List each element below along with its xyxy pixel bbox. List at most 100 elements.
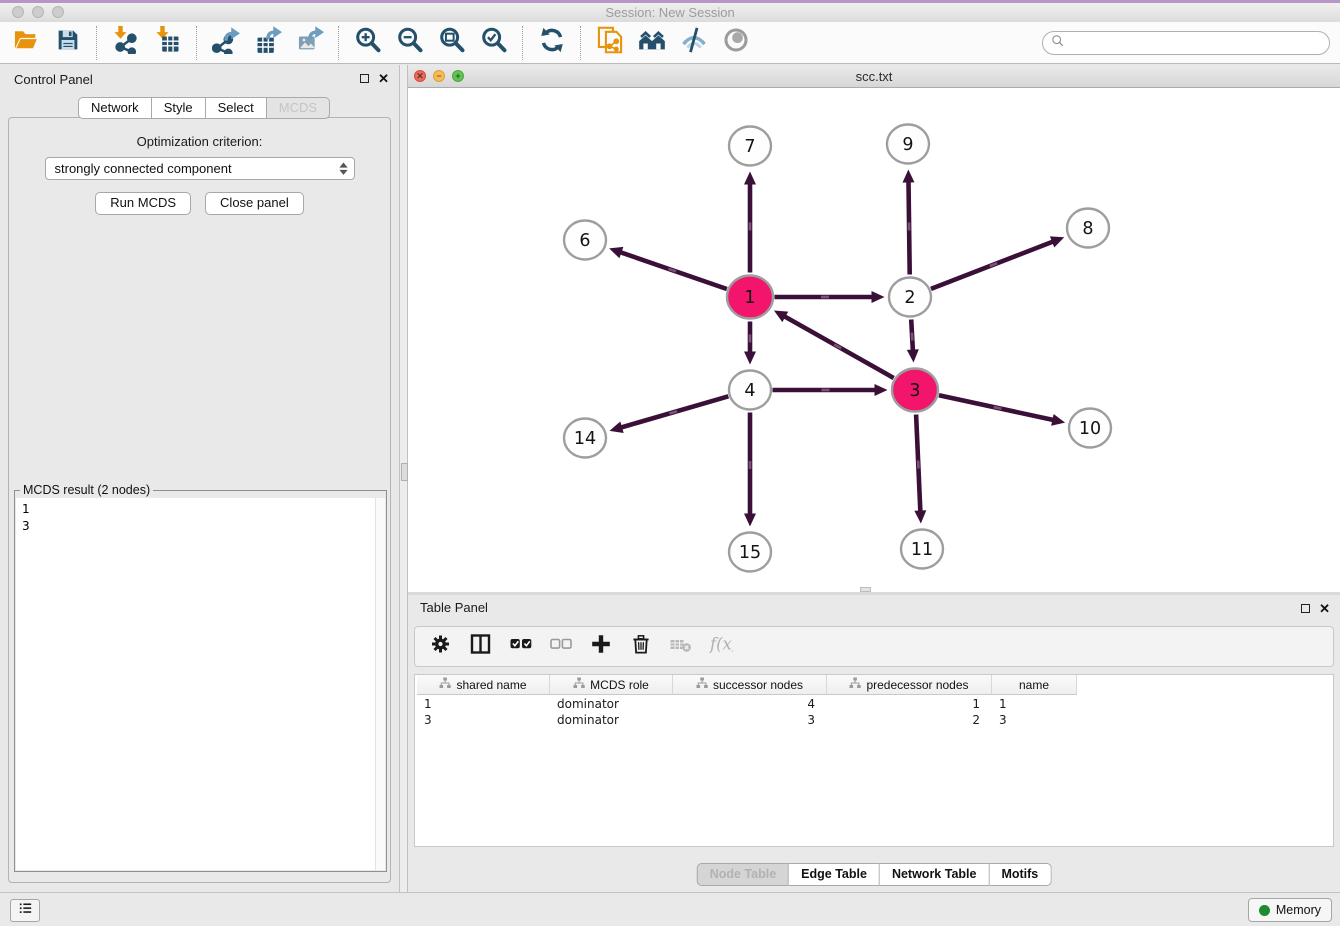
table-tab-edge-table[interactable]: Edge Table xyxy=(789,863,880,886)
save-session-icon xyxy=(54,26,82,59)
table-cell[interactable]: dominator xyxy=(550,712,673,728)
graph-node-8[interactable]: 8 xyxy=(1067,209,1109,248)
graph-node-4[interactable]: 4 xyxy=(729,371,771,410)
node-label: 11 xyxy=(911,540,933,560)
select-all-icon xyxy=(509,632,533,661)
control-tab-style[interactable]: Style xyxy=(152,97,206,119)
node-label: 3 xyxy=(909,381,920,401)
export-table-button[interactable] xyxy=(250,25,286,61)
column-header-predecessor-nodes[interactable]: predecessor nodes xyxy=(827,675,992,695)
run-mcds-button[interactable]: Run MCDS xyxy=(95,192,191,215)
import-network-button[interactable] xyxy=(108,25,144,61)
control-panel-float-button[interactable] xyxy=(360,74,369,83)
table-cell[interactable]: 3 xyxy=(417,712,550,728)
unselect-all-button[interactable] xyxy=(547,633,574,660)
task-history-button[interactable] xyxy=(10,899,40,922)
first-neighbors-button[interactable] xyxy=(634,25,670,61)
graph-node-3[interactable]: 3 xyxy=(892,369,938,412)
table-row[interactable]: 1dominator411 xyxy=(415,696,1333,712)
graph-node-2[interactable]: 2 xyxy=(889,278,931,317)
column-header-successor-nodes[interactable]: successor nodes xyxy=(673,675,827,695)
panel-splitter[interactable] xyxy=(399,65,408,892)
graph-node-11[interactable]: 11 xyxy=(901,530,943,569)
zoom-out-button[interactable] xyxy=(392,25,428,61)
table-cell[interactable]: 3 xyxy=(673,712,827,728)
window-titlebar: Session: New Session xyxy=(0,3,1340,23)
column-header-label: MCDS role xyxy=(590,678,649,692)
table-cell[interactable]: 1 xyxy=(417,696,550,712)
table-cell[interactable]: 1 xyxy=(992,696,1077,712)
mcds-result-scrollbar[interactable] xyxy=(375,498,385,870)
graph-node-6[interactable]: 6 xyxy=(564,221,606,260)
memory-button[interactable]: Memory xyxy=(1248,898,1332,922)
graph-node-7[interactable]: 7 xyxy=(729,127,771,166)
network-graph[interactable]: 7 9 6 8 1 2 4 3 14 10 15 11 xyxy=(408,88,1340,592)
node-label: 9 xyxy=(902,135,913,155)
zoom-fit-button[interactable] xyxy=(434,25,470,61)
network-canvas[interactable]: 7 9 6 8 1 2 4 3 14 10 15 11 xyxy=(408,88,1340,592)
list-icon xyxy=(17,900,34,922)
table-panel-float-button[interactable] xyxy=(1301,604,1310,613)
splitter-handle[interactable] xyxy=(401,463,408,481)
column-header-shared-name[interactable]: shared name xyxy=(417,675,550,695)
graph-node-14[interactable]: 14 xyxy=(564,419,606,458)
column-header-MCDS-role[interactable]: MCDS role xyxy=(550,675,673,695)
toolbar-group xyxy=(350,25,512,61)
edge-handle xyxy=(749,335,752,343)
delete-row-button[interactable] xyxy=(627,633,654,660)
control-tab-network[interactable]: Network xyxy=(78,97,152,119)
graph-node-10[interactable]: 10 xyxy=(1069,409,1111,448)
open-session-button[interactable] xyxy=(8,25,44,61)
duplicate-network-button[interactable] xyxy=(592,25,628,61)
control-panel-close-button[interactable]: ✕ xyxy=(378,73,389,84)
open-session-icon xyxy=(12,26,40,59)
first-neighbors-icon xyxy=(638,26,666,59)
zoom-in-button[interactable] xyxy=(350,25,386,61)
graph-node-1[interactable]: 1 xyxy=(727,276,773,319)
table-panel-close-button[interactable]: ✕ xyxy=(1319,603,1330,614)
save-session-button[interactable] xyxy=(50,25,86,61)
search-input[interactable] xyxy=(1070,33,1329,53)
add-row-icon xyxy=(589,632,613,661)
export-network-button[interactable] xyxy=(208,25,244,61)
node-label: 7 xyxy=(744,137,755,157)
control-tab-mcds[interactable]: MCDS xyxy=(267,97,330,119)
edge-arrow-4-3 xyxy=(875,384,888,396)
split-columns-button[interactable] xyxy=(467,633,494,660)
split-columns-icon xyxy=(469,632,493,661)
graph-node-15[interactable]: 15 xyxy=(729,533,771,572)
function-builder-button: f(x) xyxy=(707,633,734,660)
select-all-button[interactable] xyxy=(507,633,534,660)
toolbar-group xyxy=(108,25,186,61)
refresh-view-button[interactable] xyxy=(534,25,570,61)
table-row[interactable]: 3dominator323 xyxy=(415,712,1333,728)
duplicate-network-icon xyxy=(596,26,624,59)
search-box[interactable] xyxy=(1042,31,1330,55)
table-cell[interactable]: 2 xyxy=(827,712,992,728)
shared-column-icon xyxy=(573,677,585,692)
graph-node-9[interactable]: 9 xyxy=(887,125,929,164)
table-cell[interactable]: 4 xyxy=(673,696,827,712)
export-image-button[interactable] xyxy=(292,25,328,61)
zoom-selected-button[interactable] xyxy=(476,25,512,61)
node-table[interactable]: shared name MCDS role successor nodesprede… xyxy=(414,674,1334,847)
add-row-button[interactable] xyxy=(587,633,614,660)
table-tab-motifs[interactable]: Motifs xyxy=(989,863,1051,886)
control-tab-select[interactable]: Select xyxy=(206,97,267,119)
zoom-selected-icon xyxy=(480,26,508,59)
criterion-dropdown[interactable]: strongly connected component xyxy=(45,157,355,180)
table-tab-node-table[interactable]: Node Table xyxy=(697,863,789,886)
table-cell[interactable]: dominator xyxy=(550,696,673,712)
import-table-button[interactable] xyxy=(150,25,186,61)
hide-selected-button[interactable] xyxy=(676,25,712,61)
mcds-result-list[interactable]: 13 xyxy=(16,498,385,870)
column-header-name[interactable]: name xyxy=(992,675,1077,695)
table-cell[interactable]: 1 xyxy=(827,696,992,712)
table-cell[interactable]: 3 xyxy=(992,712,1077,728)
edge-arrow-3-10 xyxy=(1051,414,1065,426)
settings-gear-button[interactable] xyxy=(427,633,454,660)
table-tab-network-table[interactable]: Network Table xyxy=(880,863,990,886)
node-label: 2 xyxy=(904,288,915,308)
edge-arrow-2-3 xyxy=(907,349,919,362)
close-panel-button[interactable]: Close panel xyxy=(205,192,304,215)
